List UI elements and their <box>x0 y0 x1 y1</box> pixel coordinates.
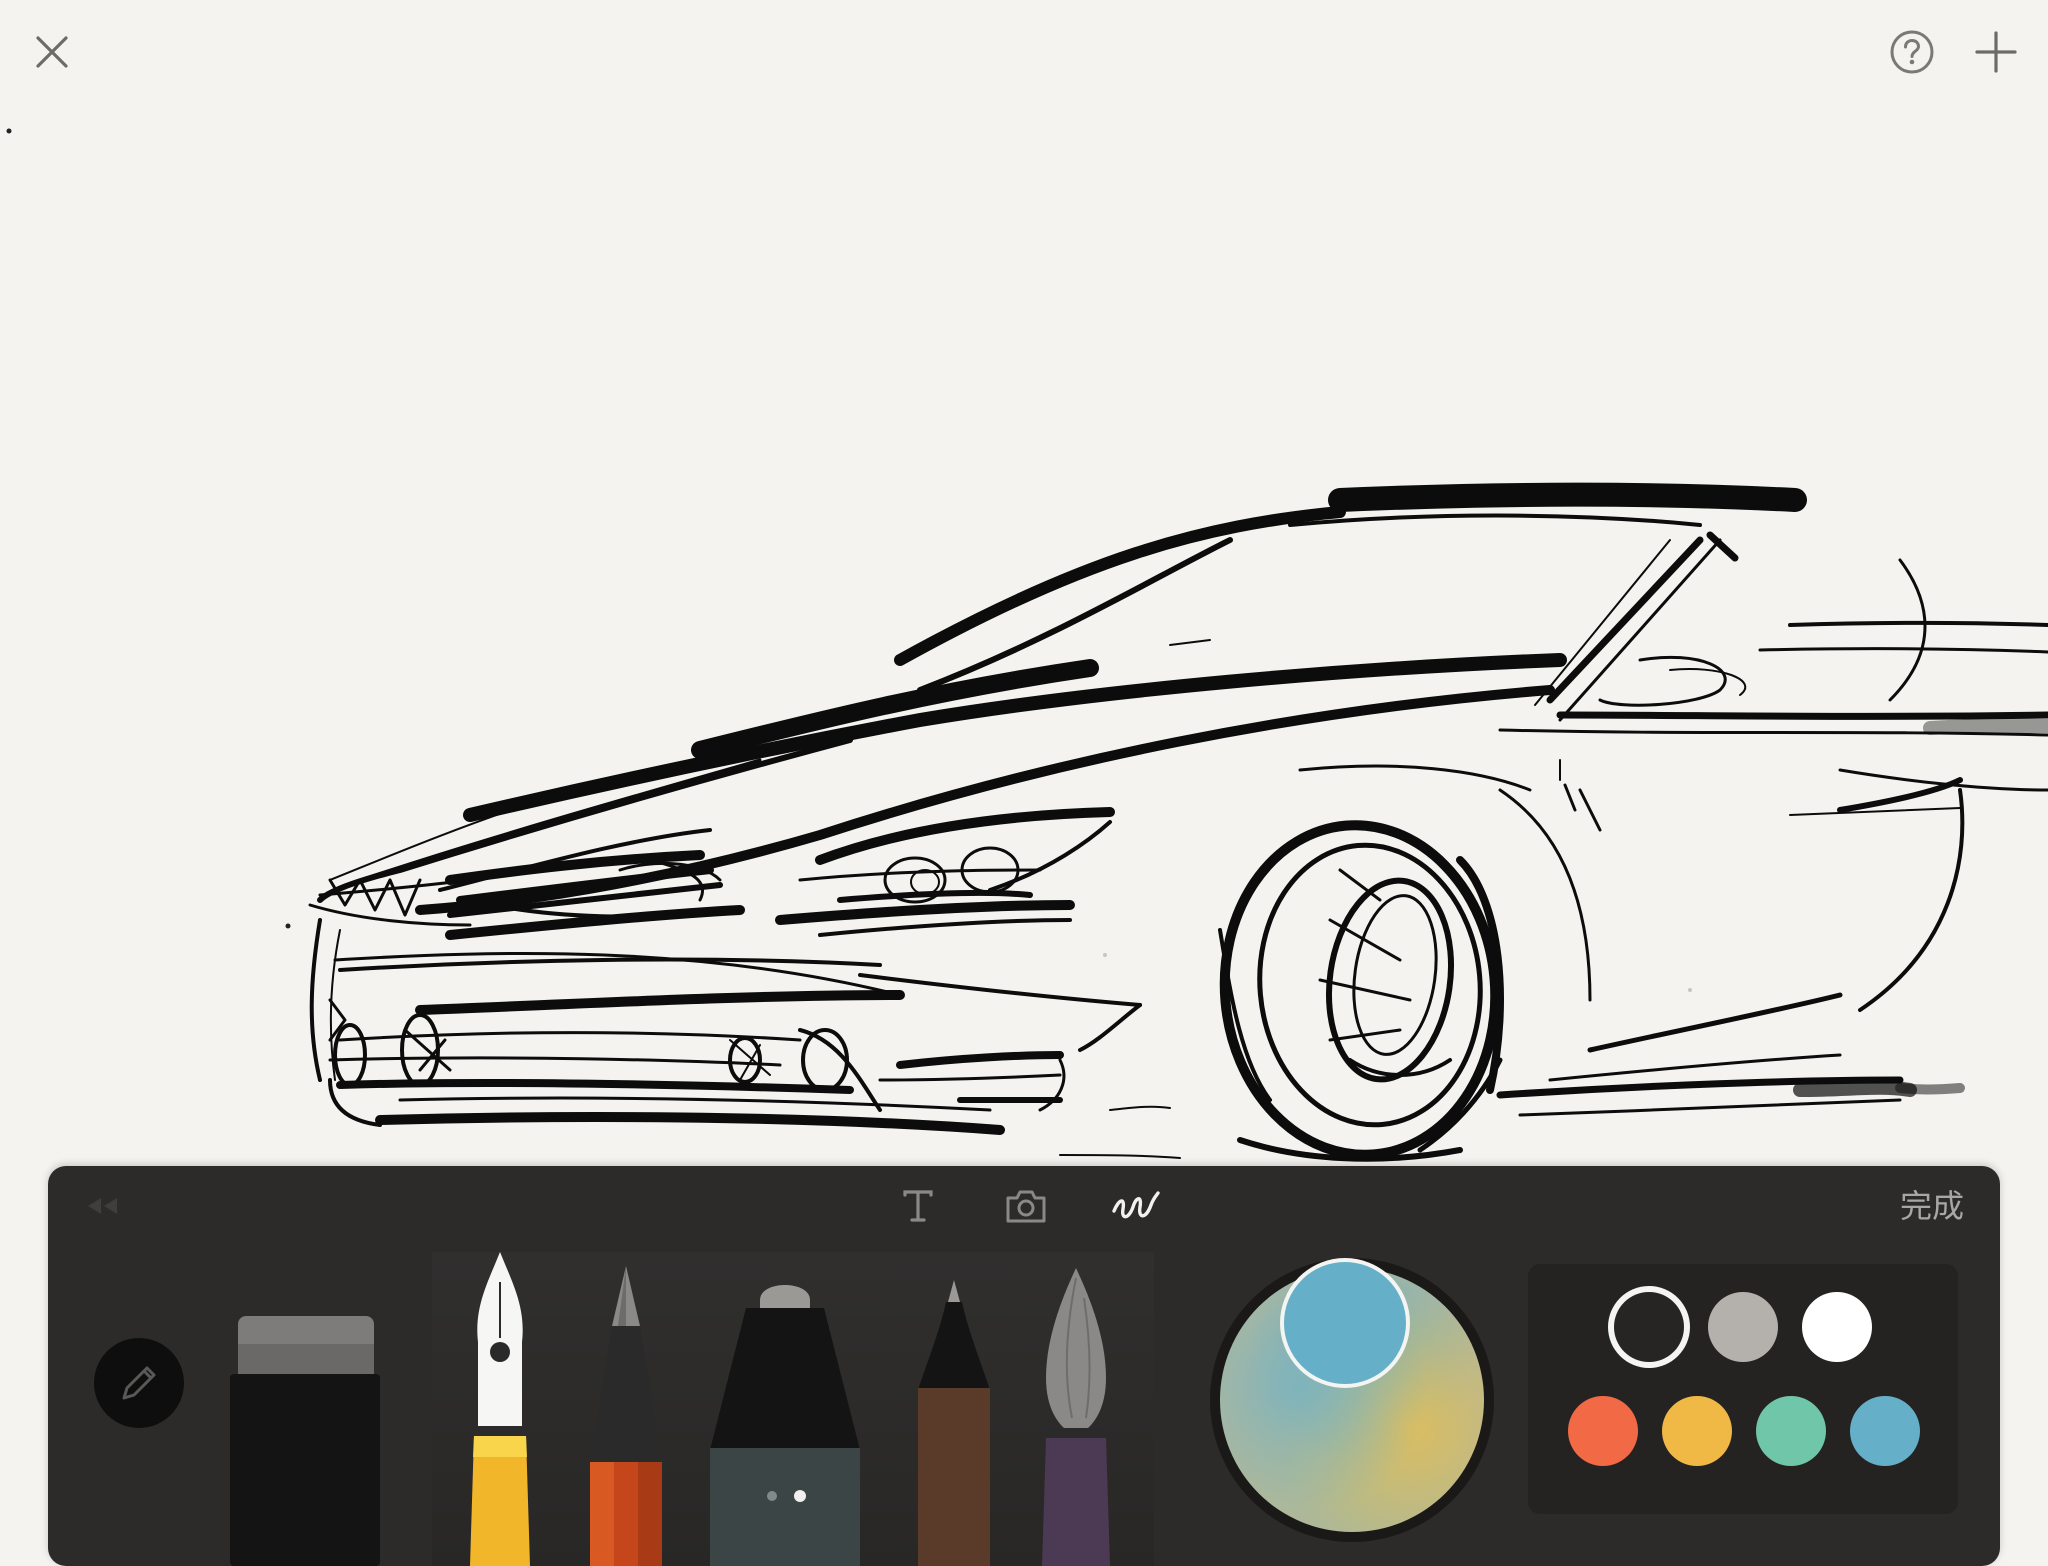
help-button[interactable] <box>1882 22 1942 82</box>
color-swatch-white[interactable] <box>1802 1292 1872 1362</box>
tool-palette: 完成 <box>48 1166 2000 1566</box>
color-swatch-black[interactable] <box>1614 1292 1684 1362</box>
drawing-mode-button[interactable] <box>94 1338 184 1428</box>
tab-text[interactable] <box>890 1178 946 1234</box>
camera-icon <box>1006 1190 1046 1223</box>
marker-page-dot-active <box>794 1490 806 1502</box>
tab-draw[interactable] <box>1104 1178 1168 1234</box>
fountain-pen-tool[interactable] <box>456 1252 544 1566</box>
fineliner-tool[interactable] <box>910 1280 998 1566</box>
help-icon <box>1890 30 1934 74</box>
color-swatch-yellow[interactable] <box>1662 1396 1732 1466</box>
watercolor-brush-tool[interactable] <box>1032 1268 1120 1566</box>
rewind-button[interactable] <box>78 1186 128 1226</box>
rewind-icon <box>88 1198 117 1214</box>
pencil-icon <box>122 1366 156 1400</box>
tools-tray <box>432 1252 1154 1566</box>
draw-icon <box>1112 1191 1160 1219</box>
close-icon <box>36 36 68 68</box>
eraser-tool[interactable] <box>230 1316 380 1566</box>
close-button[interactable] <box>22 22 82 82</box>
pencil-tool[interactable] <box>582 1266 670 1566</box>
color-swatch-blue[interactable] <box>1850 1396 1920 1466</box>
marker-tool[interactable] <box>710 1280 860 1566</box>
color-swatches <box>1528 1264 1958 1514</box>
current-color-indicator[interactable] <box>1280 1258 1410 1388</box>
marker-page-dot <box>767 1491 777 1501</box>
color-swatch-gray[interactable] <box>1708 1292 1778 1362</box>
tab-camera[interactable] <box>996 1178 1056 1234</box>
plus-icon <box>1975 31 2017 73</box>
add-button[interactable] <box>1966 22 2026 82</box>
color-mixer[interactable] <box>1210 1258 1494 1542</box>
done-button[interactable]: 完成 <box>1900 1176 1964 1236</box>
text-icon <box>903 1190 933 1222</box>
color-swatch-orange[interactable] <box>1568 1396 1638 1466</box>
car-sketch <box>308 482 2048 1162</box>
color-swatch-green[interactable] <box>1756 1396 1826 1466</box>
